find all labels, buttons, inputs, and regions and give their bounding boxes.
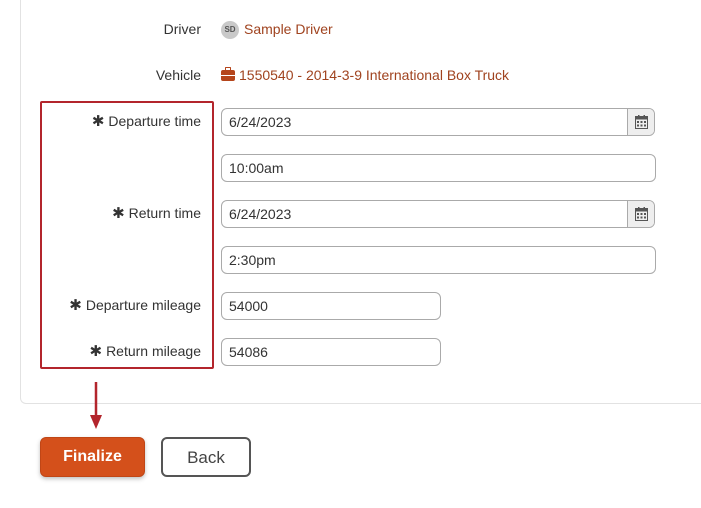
driver-label: Driver (163, 21, 201, 37)
back-button[interactable]: Back (161, 437, 251, 477)
annotation-arrow-down-icon (90, 382, 102, 429)
driver-name: Sample Driver (244, 21, 333, 37)
briefcase-icon (221, 67, 235, 81)
return-mileage-input[interactable] (221, 338, 441, 366)
departure-time-input[interactable] (221, 154, 656, 182)
return-time-input[interactable] (221, 246, 656, 274)
vehicle-name: 1550540 - 2014-3-9 International Box Tru… (239, 67, 510, 83)
departure-date-input[interactable] (222, 109, 627, 135)
calendar-icon (635, 115, 648, 129)
return-calendar-button[interactable] (627, 201, 654, 227)
annotation-highlight-box (40, 101, 214, 369)
vehicle-label: Vehicle (155, 67, 201, 83)
return-date-input[interactable] (222, 201, 627, 227)
departure-date-field (221, 108, 655, 136)
vehicle-link[interactable]: 1550540 - 2014-3-9 International Box Tru… (221, 66, 509, 84)
calendar-icon (635, 207, 648, 221)
departure-calendar-button[interactable] (627, 109, 654, 135)
driver-link[interactable]: SD Sample Driver (221, 20, 333, 40)
finalize-button[interactable]: Finalize (40, 437, 145, 477)
return-date-field (221, 200, 655, 228)
driver-avatar: SD (221, 21, 239, 40)
departure-mileage-input[interactable] (221, 292, 441, 320)
